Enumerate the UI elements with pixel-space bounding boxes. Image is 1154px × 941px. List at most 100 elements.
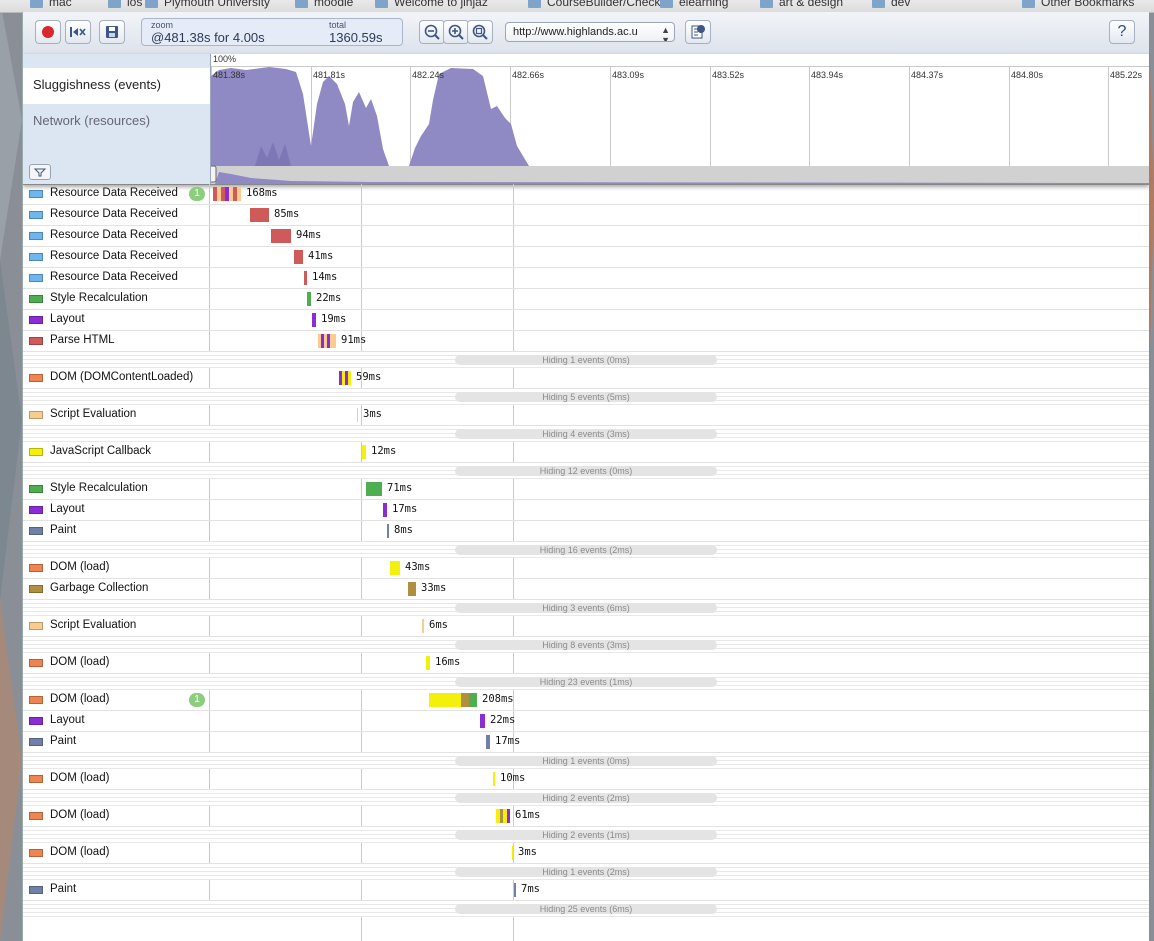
record-row[interactable]: Resource Data Received 41ms [23,247,1149,268]
record-duration-bar[interactable] [512,846,513,860]
hidden-events-row[interactable]: Hiding 2 events (1ms) [23,827,1149,843]
record-row[interactable]: DOM (load) 1 208ms [23,690,1149,711]
record-row[interactable]: Resource Data Received 1 168ms [23,184,1149,205]
record-row[interactable]: JavaScript Callback 12ms [23,442,1149,463]
hidden-events-row[interactable]: Hiding 4 events (3ms) [23,426,1149,442]
record-duration-bar[interactable] [480,714,485,728]
record-duration-bar[interactable] [493,772,495,786]
record-row[interactable]: Layout 17ms [23,500,1149,521]
hidden-events-row[interactable]: Hiding 5 events (5ms) [23,389,1149,405]
hidden-events-row[interactable]: Hiding 12 events (0ms) [23,463,1149,479]
overview-row-sluggishness[interactable]: Sluggishness (events) [23,68,210,104]
record-duration-bar[interactable] [408,582,416,596]
hidden-events-row[interactable]: Hiding 1 events (0ms) [23,352,1149,368]
record-duration-bar[interactable] [390,561,400,575]
record-count-badge[interactable]: 1 [189,693,205,707]
url-select[interactable]: http://www.highlands.ac.u ▲ ▼ [505,22,675,42]
record-duration-bar[interactable] [429,693,477,707]
category-swatch [29,659,43,667]
save-button[interactable] [99,20,125,44]
record-row[interactable]: Paint 7ms [23,880,1149,901]
record-duration-bar[interactable] [318,334,336,348]
clear-button[interactable] [65,20,91,44]
record-row[interactable]: Resource Data Received 14ms [23,268,1149,289]
record-duration-bar[interactable] [387,524,389,538]
bookmark-item[interactable]: Other Bookmarks [1022,0,1134,9]
record-duration-bar[interactable] [304,271,307,285]
record-row[interactable]: Layout 19ms [23,310,1149,331]
record-duration-bar[interactable] [486,735,490,749]
record-row[interactable]: DOM (load) 10ms [23,769,1149,790]
record-duration-bar[interactable] [422,619,424,633]
hidden-events-row[interactable]: Hiding 8 events (3ms) [23,637,1149,653]
zoom-fit-button[interactable] [467,20,493,44]
window-handle[interactable] [211,165,217,183]
record-row[interactable]: DOM (load) 16ms [23,653,1149,674]
record-row[interactable]: Script Evaluation 3ms [23,405,1149,426]
bookmark-item[interactable]: CourseBuilder/Check [528,0,660,9]
bookmark-item[interactable]: Plymouth University [145,0,270,9]
hidden-events-row[interactable]: Hiding 25 events (6ms) [23,901,1149,917]
record-count-badge[interactable]: 1 [189,187,205,201]
record-duration-bar[interactable] [426,656,430,670]
record-row[interactable]: Paint 17ms [23,732,1149,753]
overview-graph[interactable]: 100% 481.38s 481.81s 482.24s 482.66s 483.09s… [211,54,1149,184]
report-button[interactable] [685,20,711,44]
record-duration-bar[interactable] [514,883,516,897]
hidden-events-row[interactable]: Hiding 3 events (6ms) [23,600,1149,616]
zoom-in-button[interactable] [443,20,469,44]
record-row[interactable]: Style Recalculation 22ms [23,289,1149,310]
filter-button[interactable] [29,164,51,180]
overview-tick-label: 482.24s [412,70,445,80]
bookmark-item[interactable]: dev [872,0,910,9]
record-duration-bar[interactable] [362,445,366,459]
hidden-events-row[interactable]: Hiding 16 events (2ms) [23,542,1149,558]
record-row[interactable]: Garbage Collection 33ms [23,579,1149,600]
record-duration-bar[interactable] [312,313,316,327]
zoom-out-button[interactable] [419,20,445,44]
bookmark-item[interactable]: ios [108,0,142,9]
timeline-toolbar: zoom @481.38s for 4.00s total 1360.59s h… [23,12,1149,55]
record-duration-bar[interactable] [213,187,241,201]
hidden-events-row[interactable]: Hiding 1 events (2ms) [23,864,1149,880]
record-row[interactable]: Parse HTML 91ms [23,331,1149,352]
record-duration-bar[interactable] [357,408,358,422]
bookmark-item[interactable]: art & design [760,0,843,9]
record-duration-bar[interactable] [339,371,351,385]
overview-tick-label: 484.80s [1011,70,1044,80]
record-row[interactable]: Style Recalculation 71ms [23,479,1149,500]
folder-icon [145,0,158,8]
record-row[interactable]: Paint 8ms [23,521,1149,542]
zoom-out-icon [424,24,440,40]
bookmark-item[interactable]: elearning [660,0,728,9]
bookmark-item[interactable]: Welcome to jinjaz [375,0,488,9]
help-button[interactable]: ? [1109,20,1135,44]
record-row[interactable]: DOM (load) 43ms [23,558,1149,579]
record-row[interactable]: Resource Data Received 85ms [23,205,1149,226]
record-duration-bar[interactable] [366,482,382,496]
record-duration-bar[interactable] [271,229,291,243]
record-duration-bar[interactable] [496,809,510,823]
record-row[interactable]: Script Evaluation 6ms [23,616,1149,637]
hidden-events-row[interactable]: Hiding 1 events (0ms) [23,753,1149,769]
hidden-events-row[interactable]: Hiding 2 events (2ms) [23,790,1149,806]
hidden-events-row[interactable]: Hiding 23 events (1ms) [23,674,1149,690]
record-duration-bar[interactable] [294,250,303,264]
bookmark-item[interactable]: mac [30,0,72,9]
record-button[interactable] [35,20,61,44]
category-swatch [29,812,43,820]
record-row[interactable]: DOM (load) 61ms [23,806,1149,827]
record-row[interactable]: Layout 22ms [23,711,1149,732]
record-duration-bar[interactable] [250,208,269,222]
record-duration-bar[interactable] [307,292,311,306]
record-row[interactable]: Resource Data Received 94ms [23,226,1149,247]
record-label-cell: Layout [23,500,210,520]
overview-row-network[interactable]: Network (resources) [33,113,150,128]
record-row[interactable]: DOM (DOMContentLoaded) 59ms [23,368,1149,389]
record-duration: 8ms [394,524,413,536]
record-row[interactable]: DOM (load) 3ms [23,843,1149,864]
category-swatch [29,485,43,493]
bookmark-item[interactable]: moodle [295,0,353,9]
record-duration-bar[interactable] [383,503,387,517]
report-icon [691,25,706,39]
